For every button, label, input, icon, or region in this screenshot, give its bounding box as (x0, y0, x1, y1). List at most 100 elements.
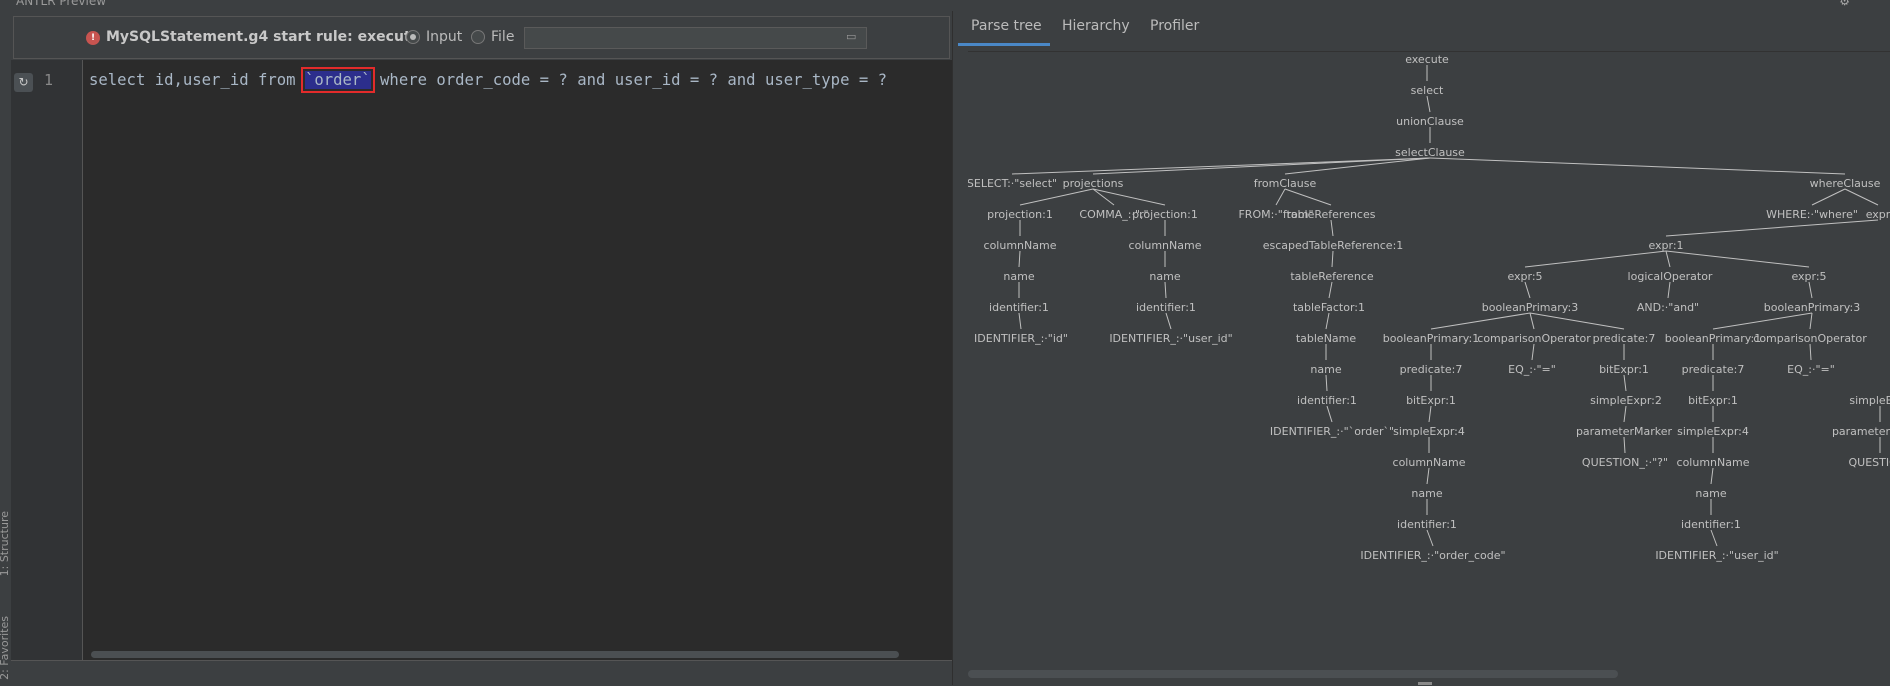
tree-node[interactable]: IDENTIFIER_:·"user_id" (1109, 332, 1232, 345)
window-title: ANTLR Preview (16, 0, 106, 8)
tree-node[interactable]: booleanPrimary:3 (1764, 301, 1860, 314)
tree-node[interactable]: predicate:7 (1593, 332, 1656, 345)
tree-node[interactable]: select (1411, 84, 1444, 97)
code-before-highlight: select id,user_id from (89, 71, 305, 89)
tree-node[interactable]: identifier:1 (1681, 518, 1741, 531)
tree-edge (1285, 189, 1331, 205)
tree-node[interactable]: simpleExpr (1849, 394, 1890, 407)
tree-node[interactable]: booleanPrimary:1 (1665, 332, 1761, 345)
code-after-highlight: where order_code = ? and user_id = ? and… (371, 71, 887, 89)
tree-edge (1427, 468, 1429, 484)
input-radio-label[interactable]: Input (426, 29, 462, 45)
tree-node[interactable]: predicate:7 (1400, 363, 1463, 376)
tree-node[interactable]: expr:1 (1648, 239, 1683, 252)
tree-node[interactable]: comparisonOperator (1753, 332, 1867, 345)
tree-node[interactable]: identifier:1 (1136, 301, 1196, 314)
tree-node[interactable]: EQ_:·"=" (1508, 363, 1556, 376)
file-path-field[interactable]: ▭ (524, 27, 867, 49)
tree-node[interactable]: tableReferences (1287, 208, 1376, 221)
tree-node[interactable]: parameterMarker (1576, 425, 1673, 438)
tab-hierarchy[interactable]: Hierarchy (1062, 18, 1130, 34)
tree-node[interactable]: comparisonOperator (1477, 332, 1591, 345)
start-rule-label[interactable]: MySQLStatement.g4 start rule: execute (106, 29, 420, 45)
tree-node[interactable]: unionClause (1396, 115, 1464, 128)
tree-node[interactable]: QUESTION_ (1849, 456, 1890, 469)
tree-node[interactable]: tableFactor:1 (1293, 301, 1365, 314)
horizontal-scrollbar[interactable] (91, 651, 899, 658)
tree-node[interactable]: columnName (1677, 456, 1750, 469)
parse-tree-view[interactable]: execute select unionClause selectClause SELE… (968, 51, 1890, 686)
tree-node[interactable]: booleanPrimary:1 (1383, 332, 1479, 345)
gear-icon[interactable]: ⚙ (1839, 0, 1850, 8)
tree-edge (1326, 313, 1329, 329)
tab-profiler[interactable]: Profiler (1150, 18, 1199, 34)
tree-node[interactable]: name (1003, 270, 1034, 283)
tree-node[interactable]: SELECT:·"select" (968, 177, 1057, 190)
tree-node[interactable]: tableName (1296, 332, 1357, 345)
tree-node[interactable]: IDENTIFIER_:·"id" (974, 332, 1068, 345)
tree-node[interactable]: booleanPrimary:3 (1482, 301, 1578, 314)
tree-node[interactable]: identifier:1 (1397, 518, 1457, 531)
tree-node[interactable]: name (1310, 363, 1341, 376)
tree-node[interactable]: columnName (1129, 239, 1202, 252)
folder-icon[interactable]: ▭ (846, 31, 860, 43)
tree-node[interactable]: identifier:1 (1297, 394, 1357, 407)
tree-node[interactable]: name (1695, 487, 1726, 500)
file-radio-label[interactable]: File (491, 29, 514, 45)
tree-edge (1019, 313, 1021, 329)
tree-node[interactable]: name (1411, 487, 1442, 500)
tree-node[interactable]: WHERE:·"where" (1766, 208, 1858, 221)
tree-edge (1530, 313, 1534, 329)
input-editor[interactable]: ↻ 1 select id,user_id from `order` where… (11, 60, 952, 660)
tree-node[interactable]: bitExpr:1 (1599, 363, 1649, 376)
tree-node[interactable]: logicalOperator (1628, 270, 1713, 283)
tab-parse-tree[interactable]: Parse tree (971, 18, 1042, 34)
tree-edge (1429, 406, 1431, 422)
tree-node[interactable]: projection:1 (987, 208, 1053, 221)
tree-node[interactable]: expr (1866, 208, 1890, 221)
tree-edge (1427, 530, 1433, 546)
tree-node[interactable]: projection:1 (1132, 208, 1198, 221)
tree-node[interactable]: execute (1405, 53, 1449, 66)
tree-edge (1812, 189, 1845, 205)
tree-edge (1525, 282, 1530, 298)
input-radio[interactable] (406, 30, 420, 44)
tree-edge (1668, 282, 1670, 298)
file-radio[interactable] (471, 30, 485, 44)
tree-node[interactable]: AND:·"and" (1637, 301, 1699, 314)
tree-node[interactable]: expr:5 (1791, 270, 1826, 283)
tree-node[interactable]: simpleExpr:4 (1393, 425, 1465, 438)
structure-tool-tab[interactable]: 1: Structure (0, 511, 11, 576)
error-icon: ! (86, 31, 100, 45)
tree-node[interactable]: EQ_:·"=" (1787, 363, 1835, 376)
tree-node[interactable]: bitExpr:1 (1406, 394, 1456, 407)
tree-node[interactable]: simpleExpr:2 (1590, 394, 1662, 407)
tree-node[interactable]: columnName (1393, 456, 1466, 469)
tree-edge (1430, 158, 1845, 174)
tree-node[interactable]: expr:5 (1507, 270, 1542, 283)
tree-node[interactable]: IDENTIFIER_:·"`order`" (1270, 425, 1394, 438)
highlighted-token[interactable]: `order` (305, 71, 371, 89)
tree-node[interactable]: IDENTIFIER_:·"order_code" (1360, 549, 1505, 562)
tree-node[interactable]: whereClause (1810, 177, 1881, 190)
tree-node[interactable]: predicate:7 (1682, 363, 1745, 376)
tree-node[interactable]: simpleExpr:4 (1677, 425, 1749, 438)
tree-node[interactable]: QUESTION_:·"?" (1582, 456, 1668, 469)
tree-node[interactable]: parameterMarker (1832, 425, 1890, 438)
tree-node[interactable]: escapedTableReference:1 (1263, 239, 1404, 252)
code-line[interactable]: select id,user_id from `order` where ord… (89, 71, 887, 89)
tree-edge (1624, 375, 1626, 391)
tree-node[interactable]: name (1149, 270, 1180, 283)
tree-horizontal-scrollbar[interactable] (968, 670, 1618, 678)
favorites-tool-tab[interactable]: 2: Favorites (0, 616, 11, 680)
tree-node[interactable]: fromClause (1254, 177, 1317, 190)
active-tab-indicator (958, 43, 1050, 46)
tree-node[interactable]: bitExpr:1 (1688, 394, 1738, 407)
tree-node[interactable]: tableReference (1290, 270, 1373, 283)
tree-node[interactable]: IDENTIFIER_:·"user_id" (1655, 549, 1778, 562)
refresh-icon[interactable]: ↻ (14, 73, 33, 92)
tree-node[interactable]: projections (1063, 177, 1124, 190)
tree-node[interactable]: columnName (984, 239, 1057, 252)
tree-node[interactable]: identifier:1 (989, 301, 1049, 314)
tree-node[interactable]: selectClause (1395, 146, 1465, 159)
